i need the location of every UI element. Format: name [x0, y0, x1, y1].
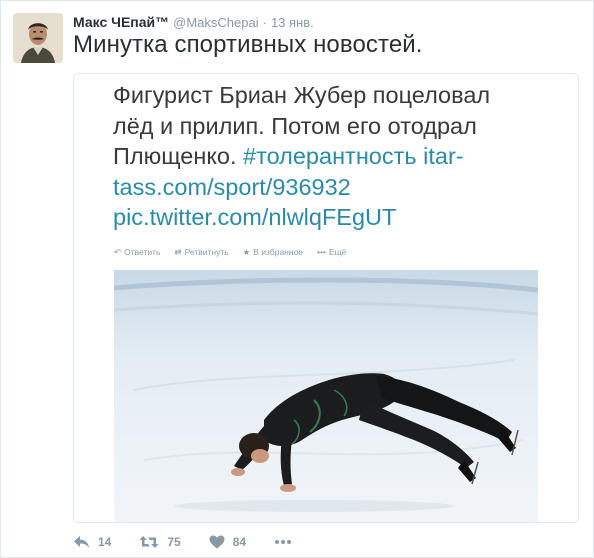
more-button[interactable] — [274, 539, 292, 545]
separator-dot: · — [262, 15, 267, 30]
more-dots-icon: ••• — [317, 247, 326, 257]
tweet-photo[interactable]: Фигурист Бриан Жубер поцеловал лёд и при… — [73, 73, 579, 523]
retweet-icon — [139, 535, 159, 549]
embedded-favorite-label: В избранное — [253, 247, 304, 257]
embedded-favorite: ★ В избранное — [243, 247, 303, 258]
embedded-retweet-label: Ретвитнуть — [184, 247, 229, 257]
reply-button[interactable]: 14 — [73, 535, 111, 549]
embedded-line: лёд и прилип. Потом его отодрал — [113, 112, 477, 139]
embedded-retweet: ⇄ Ретвитнуть — [174, 247, 228, 258]
ice-rink-photo — [114, 270, 538, 522]
author-fullname[interactable]: Макс ЧЕпай™ — [73, 14, 169, 30]
star-icon: ★ — [242, 247, 251, 257]
embedded-link: tass.com/sport/936932 — [113, 173, 351, 200]
embedded-line: Плющенко. #толерантность itar- — [113, 141, 490, 172]
embedded-line: Фигурист Бриан Жубер поцеловал — [113, 82, 491, 108]
embedded-reply-label: Ответить — [124, 247, 161, 257]
embedded-link: itar- — [416, 143, 464, 169]
tweet-header: Макс ЧЕпай™ @MaksChepai · 13 янв. — [73, 14, 314, 32]
embedded-tweet-text: Фигурист Бриан Жубер поцеловал лёд и при… — [113, 80, 490, 233]
retweet-icon: ⇄ — [174, 247, 182, 257]
avatar[interactable] — [13, 13, 63, 63]
tweet-timestamp[interactable]: 13 янв. — [271, 15, 314, 30]
heart-icon — [209, 535, 225, 549]
embedded-more: ••• Ещё — [317, 247, 346, 258]
reply-icon: ↶ — [114, 247, 122, 257]
reply-icon — [73, 535, 90, 549]
embedded-text-plain: Плющенко. — [113, 143, 244, 169]
like-count: 84 — [232, 535, 247, 549]
embedded-reply: ↶ Ответить — [114, 247, 160, 258]
embedded-actions: ↶ Ответить ⇄ Ретвитнуть ★ В избранное ••• Ещ… — [114, 247, 346, 258]
tweet-card: Макс ЧЕпай™ @MaksChepai · 13 янв. Минутк… — [0, 0, 594, 558]
embedded-hashtag: #толерантность — [243, 143, 417, 169]
author-username[interactable]: @MaksChepai — [173, 15, 258, 30]
retweet-button[interactable]: 75 — [139, 535, 181, 549]
retweet-count: 75 — [167, 535, 181, 549]
tweet-actions: 14 75 84 — [73, 532, 320, 552]
more-dots-icon — [274, 539, 292, 545]
tweet-text: Минутка спортивных новостей. — [73, 31, 423, 58]
embedded-link: pic.twitter.com/nlwlqFEgUT — [113, 204, 397, 230]
reply-count: 14 — [98, 535, 112, 549]
embedded-more-label: Ещё — [328, 247, 347, 257]
like-button[interactable]: 84 — [209, 535, 246, 549]
